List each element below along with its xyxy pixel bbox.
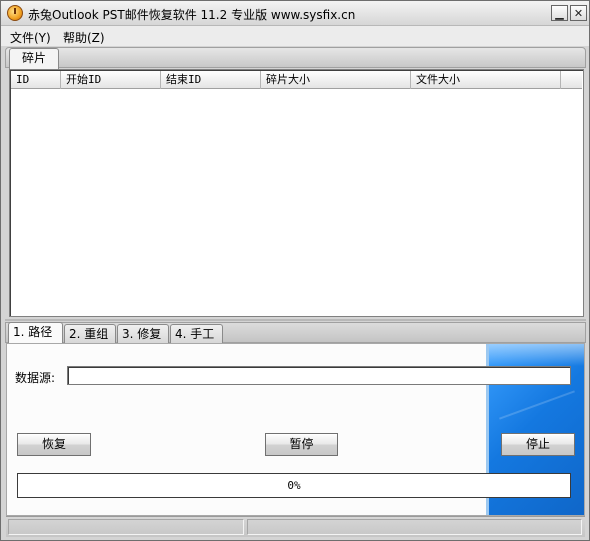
menu-file[interactable]: 文件(Y) [10, 29, 51, 46]
tab-fragments[interactable]: 碎片 [9, 48, 59, 69]
tab-reassemble[interactable]: 2. 重组 [64, 324, 116, 344]
menu-help[interactable]: 帮助(Z) [63, 29, 105, 46]
progress-text: 0% [287, 479, 301, 492]
menu-bar: 文件(Y) 帮助(Z) [1, 26, 589, 46]
fragments-list-header: ID 开始ID 结束ID 碎片大小 文件大小 [11, 71, 582, 89]
status-pane-right [247, 519, 582, 535]
step-tab-strip: 1. 路径 2. 重组 3. 修复 4. 手工 [5, 322, 586, 344]
app-logo-icon [7, 5, 23, 21]
column-header-id[interactable]: ID [11, 71, 61, 89]
column-header-filler [561, 71, 582, 89]
close-icon: ✕ [573, 6, 584, 20]
status-pane-left [8, 519, 244, 535]
pause-button[interactable]: 暂停 [265, 433, 338, 456]
title-bar: 赤兔Outlook PST邮件恢复软件 11.2 专业版 www.sysfix.… [1, 1, 589, 26]
minimize-icon: ▁ [555, 6, 564, 20]
minimize-button[interactable]: ▁ [551, 5, 568, 21]
close-button[interactable]: ✕ [570, 5, 587, 21]
progress-bar: 0% [17, 473, 571, 498]
path-panel: 数据源: 恢复 暂停 停止 0% [6, 343, 585, 516]
tab-repair[interactable]: 3. 修复 [117, 324, 169, 344]
column-header-file-size[interactable]: 文件大小 [411, 71, 561, 89]
recover-button[interactable]: 恢复 [17, 433, 91, 456]
column-header-fragment-size[interactable]: 碎片大小 [261, 71, 411, 89]
source-label: 数据源: [15, 371, 56, 385]
column-header-start-id[interactable]: 开始ID [61, 71, 161, 89]
tab-manual[interactable]: 4. 手工 [170, 324, 223, 344]
splitter[interactable] [5, 319, 586, 321]
window-title: 赤兔Outlook PST邮件恢复软件 11.2 专业版 www.sysfix.… [28, 8, 356, 22]
column-header-end-id[interactable]: 结束ID [161, 71, 261, 89]
fragments-tab-strip: 碎片 [5, 47, 586, 69]
status-bar [6, 516, 585, 537]
fragments-list[interactable]: ID 开始ID 结束ID 碎片大小 文件大小 [9, 69, 584, 317]
source-input[interactable] [67, 366, 571, 385]
tab-path[interactable]: 1. 路径 [8, 322, 63, 344]
stop-button[interactable]: 停止 [501, 433, 575, 456]
app-window: 赤兔Outlook PST邮件恢复软件 11.2 专业版 www.sysfix.… [0, 0, 590, 541]
